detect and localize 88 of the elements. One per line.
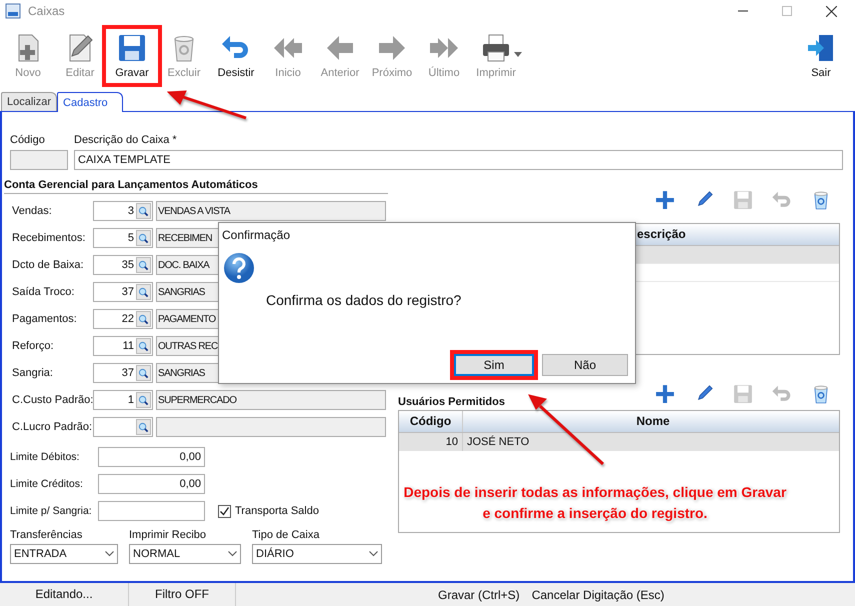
dialog-title: Confirmação — [222, 228, 290, 242]
field-label: Recebimentos: — [12, 232, 86, 244]
checkbox-label: Transporta Saldo — [235, 505, 319, 517]
field-label: Dcto de Baixa: — [12, 259, 85, 271]
magnifier-icon — [138, 260, 149, 270]
account-name-field: VENDAS A VISTA — [156, 201, 386, 221]
column-header[interactable]: Código — [399, 411, 463, 432]
field-label: C.Lucro Padrão: — [12, 421, 93, 433]
account-code-field[interactable]: 37 — [93, 282, 153, 302]
search-button[interactable] — [136, 311, 151, 327]
search-button[interactable] — [136, 230, 151, 246]
magnifier-icon — [138, 394, 149, 406]
field-label: Saída Troco: — [12, 286, 76, 298]
field-label: Reforço: — [12, 340, 55, 352]
account-code-field[interactable]: 35 — [93, 255, 153, 275]
dialog-message: Confirma os dados do registro? — [266, 292, 462, 308]
magnifier-icon — [138, 340, 149, 352]
field-label: Limite Débitos: — [10, 451, 80, 463]
account-code-field[interactable] — [93, 417, 153, 437]
tab[interactable]: Localizar — [1, 92, 58, 111]
section-title: Usuários Permitidos — [398, 395, 505, 409]
account-code-field[interactable]: 37 — [93, 363, 153, 383]
code-field[interactable] — [10, 150, 68, 170]
close-icon[interactable] — [826, 6, 837, 16]
search-button[interactable] — [136, 365, 151, 381]
magnifier-icon — [138, 368, 149, 378]
status-text: Cancelar Digitação (Esc) — [532, 588, 664, 602]
description-field[interactable]: CAIXA TEMPLATE — [74, 150, 843, 170]
dropdown[interactable]: NORMAL — [129, 544, 241, 564]
amount-field[interactable] — [98, 501, 205, 521]
question-icon — [223, 252, 255, 284]
table-cell-text: JOSÉ NETO — [466, 436, 530, 448]
field-label: Pagamentos: — [12, 313, 78, 325]
status-text: Gravar (Ctrl+S) — [438, 588, 520, 602]
field-label: Código — [10, 133, 46, 147]
amount-field[interactable]: 0,00 — [98, 447, 205, 467]
account-code-field[interactable]: 1 — [93, 390, 153, 410]
field-label: Tipo de Caixa — [252, 528, 320, 542]
magnifier-icon — [138, 206, 149, 216]
chevron-down-icon — [105, 551, 114, 557]
toolbar-button[interactable]: Sair — [795, 30, 847, 82]
field-label: Limite p/ Sangria: — [10, 505, 93, 517]
field-label: Limite Créditos: — [10, 478, 84, 490]
chevron-down-icon — [228, 551, 237, 557]
field-label: Imprimir Recibo — [129, 528, 208, 542]
magnifier-icon — [138, 422, 149, 432]
dropdown[interactable]: ENTRADA — [10, 544, 118, 564]
field-label: C.Custo Padrão: — [12, 394, 93, 406]
status-text: Filtro OFF — [129, 583, 236, 606]
chevron-down-icon — [369, 551, 378, 557]
account-code-field[interactable]: 5 — [93, 228, 153, 248]
highlight-frame — [102, 25, 162, 87]
magnifier-icon — [138, 232, 149, 244]
field-label: Vendas: — [12, 205, 53, 217]
plus-icon — [654, 383, 676, 405]
table-cell: 10 — [399, 433, 463, 451]
search-button[interactable] — [136, 257, 151, 273]
dropdown[interactable]: DIÁRIO — [252, 544, 382, 564]
dropdown-caret-icon[interactable] — [514, 52, 522, 57]
magnifier-icon — [138, 314, 149, 324]
printer-icon — [480, 32, 512, 64]
dialog-button[interactable]: Sim — [454, 354, 534, 376]
checkbox[interactable] — [218, 504, 231, 518]
account-code-field[interactable]: 3 — [93, 201, 153, 221]
annotation-text: Depois de inserir todas as informações, clique em Gravar e confirme a inserção do registro. — [402, 483, 788, 523]
account-code-field[interactable]: 11 — [93, 336, 153, 356]
toolbar-button[interactable]: Desistir — [210, 30, 262, 82]
search-button[interactable] — [136, 392, 151, 408]
status-text: Editando... — [0, 583, 129, 606]
account-name-field: SUPERMERCADO — [156, 390, 386, 410]
column-header[interactable]: Nome — [463, 411, 839, 432]
search-button[interactable] — [136, 419, 151, 435]
app-icon — [5, 3, 21, 19]
dialog-button[interactable]: Não — [542, 354, 628, 376]
section-title: Conta Gerencial para Lançamentos Automáticos — [4, 178, 388, 194]
search-button[interactable] — [136, 203, 151, 219]
search-button[interactable] — [136, 338, 151, 354]
amount-field[interactable]: 0,00 — [98, 474, 205, 494]
toolbar-button[interactable]: Gravar — [106, 30, 158, 82]
field-label: Sangria: — [12, 367, 54, 379]
field-label: Transferências — [10, 528, 84, 542]
tab[interactable]: Cadastro — [57, 92, 123, 112]
account-code-field[interactable]: 22 — [93, 309, 153, 329]
field-label: Descrição do Caixa * — [74, 133, 178, 147]
plus-icon — [654, 189, 676, 211]
magnifier-icon — [138, 286, 149, 298]
window-title: Caixas — [28, 4, 65, 18]
search-button[interactable] — [136, 284, 151, 300]
